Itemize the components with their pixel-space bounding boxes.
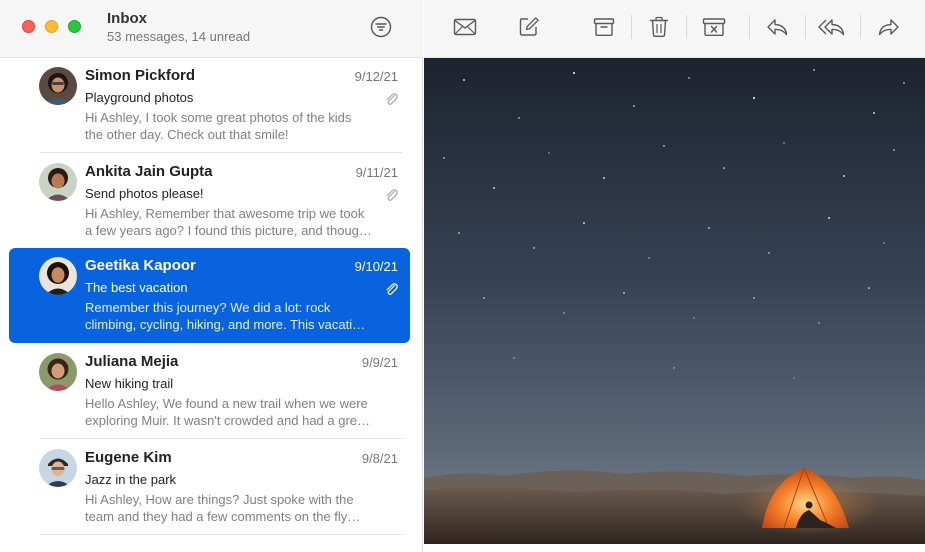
attachment-icon	[386, 283, 398, 295]
reply-all-button[interactable]	[817, 13, 845, 41]
message-preview: Hi Ashley, Remember that awesome trip we…	[85, 206, 372, 238]
avatar	[39, 449, 77, 487]
mailbox-status: 53 messages, 14 unread	[107, 29, 251, 44]
reply-button[interactable]	[763, 13, 791, 41]
junk-icon	[702, 18, 726, 36]
message-subject: Send photos please!	[85, 186, 204, 201]
junk-button[interactable]	[700, 13, 728, 41]
sidebar-header: Inbox 53 messages, 14 unread	[0, 0, 423, 58]
message-subject: Jazz in the park	[85, 472, 177, 487]
toolbar-divider	[686, 15, 687, 39]
message-item[interactable]: Ankita Jain Gupta 9/11/21 Send photos pl…	[9, 154, 410, 249]
message-list-pane: Inbox 53 messages, 14 unread Simon Pickf…	[0, 0, 423, 552]
message-preview: Hi Ashley, How are things? Just spoke wi…	[85, 492, 361, 524]
message-list: Simon Pickford 9/12/21 Playground photos…	[0, 58, 423, 552]
close-window-button[interactable]	[22, 20, 35, 33]
message-sender: Eugene Kim	[85, 449, 172, 466]
toolbar-divider	[805, 15, 806, 39]
attachment-icon	[386, 93, 398, 105]
message-item[interactable]: Simon Pickford 9/12/21 Playground photos…	[9, 58, 410, 153]
filter-button[interactable]	[369, 15, 393, 39]
delete-button[interactable]	[645, 13, 673, 41]
reply-icon	[767, 19, 788, 36]
message-date: 9/12/21	[354, 69, 398, 84]
attached-photo	[424, 58, 925, 544]
envelope-icon	[453, 18, 477, 36]
toolbar-divider	[749, 15, 750, 39]
avatar	[39, 163, 77, 201]
message-preview: Hello Ashley, We found a new trail when …	[85, 396, 371, 428]
zoom-window-button[interactable]	[68, 20, 81, 33]
message-sender: Ankita Jain Gupta	[85, 163, 213, 180]
message-item[interactable]: Eugene Kim 9/8/21 Jazz in the park Hi As…	[9, 440, 410, 535]
message-preview: Remember this journey? We did a lot: roc…	[85, 300, 366, 332]
message-content	[424, 58, 925, 544]
reply-all-icon	[818, 19, 845, 36]
message-subject: New hiking trail	[85, 376, 174, 391]
message-preview: Hi Ashley, I took some great photos of t…	[85, 110, 352, 142]
mailbox-title: Inbox	[107, 10, 147, 27]
archive-button[interactable]	[590, 13, 618, 41]
toolbar-divider	[860, 15, 861, 39]
message-subject: The best vacation	[85, 280, 188, 295]
divider	[40, 438, 403, 439]
message-sender: Juliana Mejia	[85, 353, 179, 370]
message-item-selected[interactable]: Geetika Kapoor 9/10/21 The best vacation…	[9, 248, 410, 343]
toolbar	[424, 0, 925, 58]
message-date: 9/8/21	[361, 451, 398, 466]
forward-button[interactable]	[875, 13, 903, 41]
attachment-icon	[386, 189, 398, 201]
minimize-window-button[interactable]	[45, 20, 58, 33]
message-date: 9/11/21	[355, 165, 398, 180]
get-mail-button[interactable]	[451, 13, 479, 41]
compose-icon	[519, 17, 539, 36]
message-item[interactable]: Juliana Mejia 9/9/21 New hiking trail He…	[9, 344, 410, 439]
forward-icon	[878, 19, 899, 36]
message-sender: Simon Pickford	[85, 67, 196, 84]
message-date: 9/10/21	[354, 259, 398, 274]
avatar	[39, 257, 77, 295]
trash-icon	[649, 16, 669, 37]
divider	[40, 152, 403, 153]
divider	[40, 534, 403, 535]
avatar	[39, 353, 77, 391]
message-date: 9/9/21	[361, 355, 398, 370]
compose-button[interactable]	[515, 13, 543, 41]
filter-icon	[370, 16, 392, 38]
message-sender: Geetika Kapoor	[85, 257, 196, 274]
message-subject: Playground photos	[85, 90, 194, 105]
toolbar-divider	[631, 15, 632, 39]
archive-icon	[593, 18, 615, 36]
avatar	[39, 67, 77, 105]
